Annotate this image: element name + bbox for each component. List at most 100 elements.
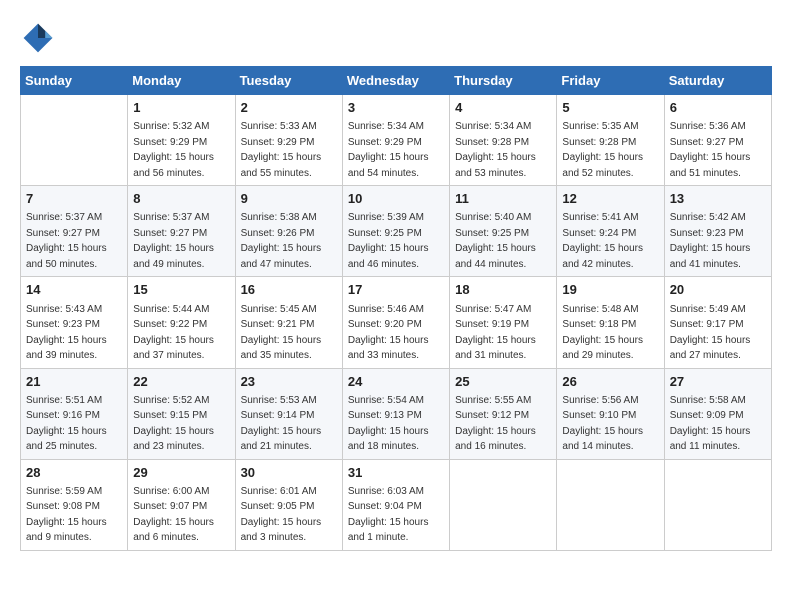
day-number: 9 [241, 190, 337, 208]
day-info: Sunrise: 5:41 AM Sunset: 9:24 PM Dayligh… [562, 212, 643, 270]
day-info: Sunrise: 5:54 AM Sunset: 9:13 PM Dayligh… [348, 395, 429, 453]
day-info: Sunrise: 5:56 AM Sunset: 9:10 PM Dayligh… [562, 395, 643, 453]
day-number: 20 [670, 281, 766, 299]
calendar-week-row: 28 Sunrise: 5:59 AM Sunset: 9:08 PM Dayli… [21, 459, 772, 550]
calendar-table: SundayMondayTuesdayWednesdayThursdayFrid… [20, 66, 772, 551]
calendar-cell: 28 Sunrise: 5:59 AM Sunset: 9:08 PM Dayli… [21, 459, 128, 550]
calendar-cell [450, 459, 557, 550]
calendar-cell: 20 Sunrise: 5:49 AM Sunset: 9:17 PM Dayli… [664, 277, 771, 368]
calendar-cell: 29 Sunrise: 6:00 AM Sunset: 9:07 PM Dayli… [128, 459, 235, 550]
day-number: 26 [562, 373, 658, 391]
header [20, 20, 772, 56]
calendar-cell: 19Sunrise: 5:48 AM Sunset: 9:18 PM Dayli… [557, 277, 664, 368]
day-info: Sunrise: 5:40 AM Sunset: 9:25 PM Dayligh… [455, 212, 536, 270]
day-info: Sunrise: 5:32 AM Sunset: 9:29 PM Dayligh… [133, 121, 214, 179]
day-number: 8 [133, 190, 229, 208]
day-number: 24 [348, 373, 444, 391]
calendar-week-row: 14 Sunrise: 5:43 AM Sunset: 9:23 PM Dayli… [21, 277, 772, 368]
day-number: 29 [133, 464, 229, 482]
day-info: Sunrise: 5:48 AM Sunset: 9:18 PM Dayligh… [562, 304, 643, 362]
day-number: 21 [26, 373, 122, 391]
day-info: Sunrise: 5:43 AM Sunset: 9:23 PM Dayligh… [26, 304, 107, 362]
day-number: 13 [670, 190, 766, 208]
calendar-cell: 8 Sunrise: 5:37 AM Sunset: 9:27 PM Daylig… [128, 186, 235, 277]
calendar-cell: 17 Sunrise: 5:46 AM Sunset: 9:20 PM Dayli… [342, 277, 449, 368]
day-info: Sunrise: 5:36 AM Sunset: 9:27 PM Dayligh… [670, 121, 751, 179]
day-number: 16 [241, 281, 337, 299]
calendar-cell: 9 Sunrise: 5:38 AM Sunset: 9:26 PM Daylig… [235, 186, 342, 277]
calendar-cell: 2 Sunrise: 5:33 AM Sunset: 9:29 PM Daylig… [235, 95, 342, 186]
calendar-cell: 23 Sunrise: 5:53 AM Sunset: 9:14 PM Dayli… [235, 368, 342, 459]
weekday-header: Sunday [21, 67, 128, 95]
calendar-week-row: 7 Sunrise: 5:37 AM Sunset: 9:27 PM Daylig… [21, 186, 772, 277]
day-info: Sunrise: 5:52 AM Sunset: 9:15 PM Dayligh… [133, 395, 214, 453]
day-number: 28 [26, 464, 122, 482]
weekday-header-row: SundayMondayTuesdayWednesdayThursdayFrid… [21, 67, 772, 95]
calendar-cell: 6Sunrise: 5:36 AM Sunset: 9:27 PM Daylig… [664, 95, 771, 186]
day-info: Sunrise: 5:47 AM Sunset: 9:19 PM Dayligh… [455, 304, 536, 362]
logo-icon [20, 20, 56, 56]
day-number: 4 [455, 99, 551, 117]
calendar-cell: 22Sunrise: 5:52 AM Sunset: 9:15 PM Dayli… [128, 368, 235, 459]
day-number: 17 [348, 281, 444, 299]
day-info: Sunrise: 6:00 AM Sunset: 9:07 PM Dayligh… [133, 486, 214, 544]
weekday-header: Monday [128, 67, 235, 95]
day-info: Sunrise: 5:34 AM Sunset: 9:29 PM Dayligh… [348, 121, 429, 179]
calendar-cell: 27 Sunrise: 5:58 AM Sunset: 9:09 PM Dayli… [664, 368, 771, 459]
weekday-header: Tuesday [235, 67, 342, 95]
calendar-cell: 1Sunrise: 5:32 AM Sunset: 9:29 PM Daylig… [128, 95, 235, 186]
day-info: Sunrise: 5:58 AM Sunset: 9:09 PM Dayligh… [670, 395, 751, 453]
day-number: 12 [562, 190, 658, 208]
day-info: Sunrise: 5:39 AM Sunset: 9:25 PM Dayligh… [348, 212, 429, 270]
day-info: Sunrise: 5:46 AM Sunset: 9:20 PM Dayligh… [348, 304, 429, 362]
day-info: Sunrise: 5:37 AM Sunset: 9:27 PM Dayligh… [26, 212, 107, 270]
weekday-header: Saturday [664, 67, 771, 95]
calendar-cell: 4 Sunrise: 5:34 AM Sunset: 9:28 PM Daylig… [450, 95, 557, 186]
calendar-cell: 10 Sunrise: 5:39 AM Sunset: 9:25 PM Dayli… [342, 186, 449, 277]
day-info: Sunrise: 5:59 AM Sunset: 9:08 PM Dayligh… [26, 486, 107, 544]
calendar-cell: 21 Sunrise: 5:51 AM Sunset: 9:16 PM Dayli… [21, 368, 128, 459]
day-info: Sunrise: 5:42 AM Sunset: 9:23 PM Dayligh… [670, 212, 751, 270]
day-info: Sunrise: 5:51 AM Sunset: 9:16 PM Dayligh… [26, 395, 107, 453]
calendar-cell: 18Sunrise: 5:47 AM Sunset: 9:19 PM Dayli… [450, 277, 557, 368]
calendar-cell: 25 Sunrise: 5:55 AM Sunset: 9:12 PM Dayli… [450, 368, 557, 459]
calendar-week-row: 1Sunrise: 5:32 AM Sunset: 9:29 PM Daylig… [21, 95, 772, 186]
calendar-cell: 13 Sunrise: 5:42 AM Sunset: 9:23 PM Dayli… [664, 186, 771, 277]
day-info: Sunrise: 5:38 AM Sunset: 9:26 PM Dayligh… [241, 212, 322, 270]
day-number: 14 [26, 281, 122, 299]
day-number: 27 [670, 373, 766, 391]
day-number: 3 [348, 99, 444, 117]
calendar-cell: 3 Sunrise: 5:34 AM Sunset: 9:29 PM Daylig… [342, 95, 449, 186]
calendar-cell: 11 Sunrise: 5:40 AM Sunset: 9:25 PM Dayli… [450, 186, 557, 277]
calendar-cell: 5 Sunrise: 5:35 AM Sunset: 9:28 PM Daylig… [557, 95, 664, 186]
calendar-cell: 15Sunrise: 5:44 AM Sunset: 9:22 PM Dayli… [128, 277, 235, 368]
day-info: Sunrise: 5:53 AM Sunset: 9:14 PM Dayligh… [241, 395, 322, 453]
calendar-cell: 12 Sunrise: 5:41 AM Sunset: 9:24 PM Dayli… [557, 186, 664, 277]
day-info: Sunrise: 5:35 AM Sunset: 9:28 PM Dayligh… [562, 121, 643, 179]
day-info: Sunrise: 5:37 AM Sunset: 9:27 PM Dayligh… [133, 212, 214, 270]
weekday-header: Friday [557, 67, 664, 95]
day-info: Sunrise: 5:44 AM Sunset: 9:22 PM Dayligh… [133, 304, 214, 362]
day-info: Sunrise: 5:55 AM Sunset: 9:12 PM Dayligh… [455, 395, 536, 453]
day-number: 7 [26, 190, 122, 208]
day-number: 30 [241, 464, 337, 482]
weekday-header: Wednesday [342, 67, 449, 95]
calendar-cell [664, 459, 771, 550]
day-number: 2 [241, 99, 337, 117]
weekday-header: Thursday [450, 67, 557, 95]
day-info: Sunrise: 5:33 AM Sunset: 9:29 PM Dayligh… [241, 121, 322, 179]
calendar-cell [557, 459, 664, 550]
day-number: 25 [455, 373, 551, 391]
calendar-cell [21, 95, 128, 186]
calendar-cell: 24 Sunrise: 5:54 AM Sunset: 9:13 PM Dayli… [342, 368, 449, 459]
logo [20, 20, 62, 56]
day-info: Sunrise: 5:49 AM Sunset: 9:17 PM Dayligh… [670, 304, 751, 362]
day-number: 23 [241, 373, 337, 391]
calendar-cell: 31Sunrise: 6:03 AM Sunset: 9:04 PM Dayli… [342, 459, 449, 550]
day-info: Sunrise: 6:03 AM Sunset: 9:04 PM Dayligh… [348, 486, 429, 544]
day-number: 10 [348, 190, 444, 208]
day-info: Sunrise: 6:01 AM Sunset: 9:05 PM Dayligh… [241, 486, 322, 544]
day-number: 5 [562, 99, 658, 117]
day-number: 11 [455, 190, 551, 208]
day-info: Sunrise: 5:34 AM Sunset: 9:28 PM Dayligh… [455, 121, 536, 179]
